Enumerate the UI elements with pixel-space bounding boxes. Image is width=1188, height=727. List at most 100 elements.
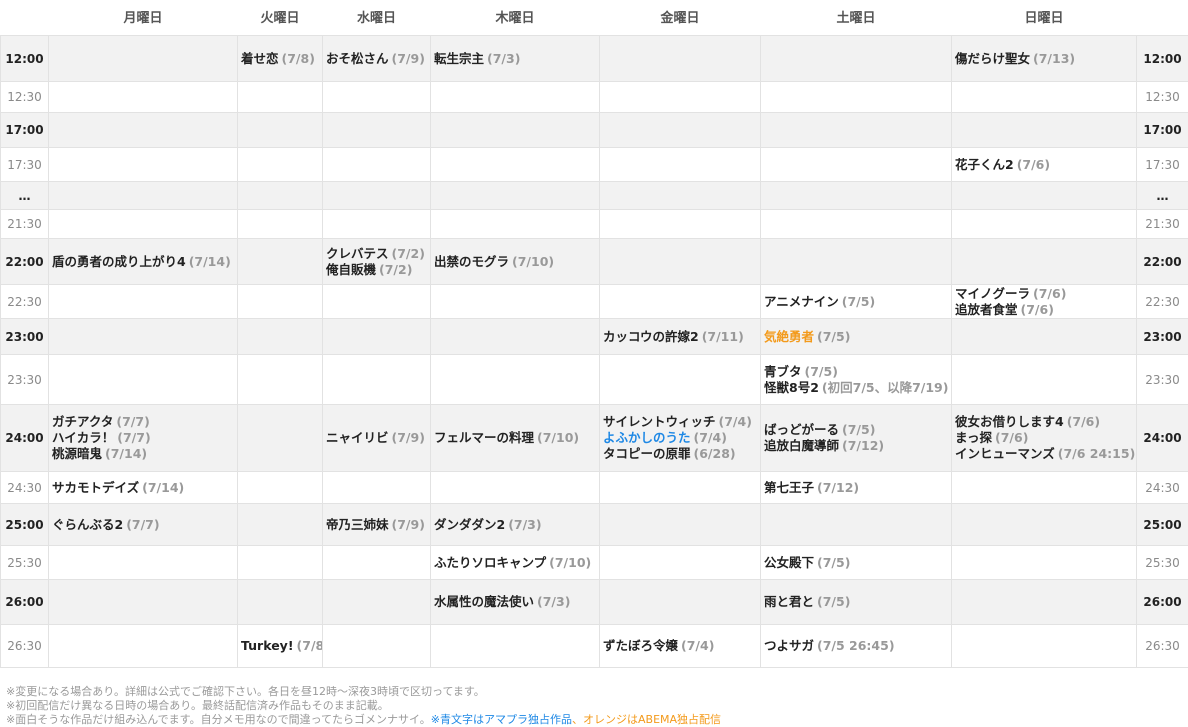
- slot-cell-thu: [431, 148, 600, 182]
- slot-cell-thu: ダンダダン2(7/3): [431, 504, 600, 546]
- slot-cell-mon: [49, 182, 238, 210]
- show-title: 盾の勇者の成り上がり4: [52, 254, 186, 269]
- show-date: (7/12): [842, 438, 884, 453]
- show-entry: Turkey!(7/8): [241, 638, 319, 654]
- show-date: (7/12): [817, 480, 859, 495]
- show-date: (7/6): [1067, 414, 1100, 429]
- show-entry: ダンダダン2(7/3): [434, 517, 596, 533]
- slot-cell-wed: [323, 472, 431, 504]
- show-title: タコピーの原罪: [603, 446, 691, 461]
- slot-cell-thu: [431, 285, 600, 319]
- show-entry: 着せ恋(7/8): [241, 51, 319, 67]
- slot-cell-sun: マイノグーラ(7/6)追放者食堂(7/6): [952, 285, 1137, 319]
- show-date: (7/7): [117, 430, 150, 445]
- slot-cell-tue: [238, 239, 323, 285]
- time-label-left: 17:00: [1, 113, 49, 148]
- time-label-right: 24:30: [1137, 472, 1188, 504]
- slot-cell-fri: [600, 82, 761, 113]
- slot-cell-thu: ふたりソロキャンプ(7/10): [431, 546, 600, 580]
- slot-cell-wed: [323, 355, 431, 405]
- time-label-right: 22:30: [1137, 285, 1188, 319]
- slot-cell-fri: [600, 504, 761, 546]
- slot-cell-thu: フェルマーの料理(7/10): [431, 405, 600, 472]
- show-entry: 気絶勇者(7/5): [764, 329, 948, 345]
- time-slot-row: 17:0017:00: [1, 113, 1188, 148]
- show-date: (7/3): [537, 594, 570, 609]
- show-title: インヒューマンズ: [955, 446, 1055, 461]
- orange-legend-note: オレンジはABEMA独占配信: [583, 713, 721, 726]
- slot-cell-sat: 青ブタ(7/5)怪獣8号2(初回7/5、以降7/19): [761, 355, 952, 405]
- time-slot-row: 23:00カッコウの許嫁2(7/11)気絶勇者(7/5)23:00: [1, 319, 1188, 355]
- slot-cell-sat: [761, 82, 952, 113]
- show-date: (7/11): [702, 329, 744, 344]
- time-label-right: 17:30: [1137, 148, 1188, 182]
- slot-cell-fri: [600, 472, 761, 504]
- show-date: (7/10): [537, 430, 579, 445]
- time-label-left: 21:30: [1, 210, 49, 239]
- slot-cell-tue: 着せ恋(7/8): [238, 36, 323, 82]
- show-date: (7/10): [512, 254, 554, 269]
- slot-cell-sat: [761, 148, 952, 182]
- time-label-right: 25:30: [1137, 546, 1188, 580]
- show-date: (7/9): [392, 51, 425, 66]
- show-date: (7/2): [379, 262, 412, 277]
- show-title: フェルマーの料理: [434, 430, 534, 445]
- slot-cell-fri: [600, 148, 761, 182]
- show-title: ハイカラ！: [52, 430, 114, 445]
- slot-cell-wed: [323, 148, 431, 182]
- time-label-left: 25:30: [1, 546, 49, 580]
- show-entry: おそ松さん(7/9): [326, 51, 427, 67]
- show-entry: サイレントウィッチ(7/4): [603, 414, 757, 430]
- slot-cell-mon: [49, 546, 238, 580]
- slot-cell-wed: クレバテス(7/2)俺自販機(7/2): [323, 239, 431, 285]
- slot-cell-tue: [238, 82, 323, 113]
- slot-cell-tue: [238, 210, 323, 239]
- slot-cell-sat: [761, 504, 952, 546]
- show-date: (7/3): [508, 517, 541, 532]
- time-slot-row: 26:30Turkey!(7/8)ずたぼろ令嬢(7/4)つよサガ(7/5 26:…: [1, 625, 1188, 668]
- slot-cell-mon: [49, 355, 238, 405]
- slot-cell-mon: [49, 82, 238, 113]
- show-date: (7/6): [1033, 286, 1066, 301]
- time-slot-row: 17:30花子くん2(7/6)17:30: [1, 148, 1188, 182]
- slot-cell-wed: ニャイリビ(7/9): [323, 405, 431, 472]
- slot-cell-sun: [952, 472, 1137, 504]
- time-label-left: 24:00: [1, 405, 49, 472]
- slot-cell-sat: 公女殿下(7/5): [761, 546, 952, 580]
- slot-cell-wed: [323, 113, 431, 148]
- slot-cell-thu: [431, 113, 600, 148]
- slot-cell-wed: [323, 625, 431, 668]
- slot-cell-tue: [238, 182, 323, 210]
- slot-cell-mon: [49, 285, 238, 319]
- slot-cell-thu: [431, 210, 600, 239]
- time-label-right: 21:30: [1137, 210, 1188, 239]
- footnote-line: ※変更になる場合あり。詳細は公式でご確認下さい。各日を昼12時～深夜3時頃で区切…: [6, 685, 1188, 699]
- time-label-left: 17:30: [1, 148, 49, 182]
- show-date: (7/5): [817, 329, 850, 344]
- day-header-sun: 日曜日: [952, 0, 1137, 36]
- show-title: 第七王子: [764, 480, 814, 495]
- show-title: アニメナイン: [764, 294, 839, 309]
- corner-right: [1137, 0, 1188, 36]
- show-title: つよサガ: [764, 638, 814, 653]
- show-title: よふかしのうた: [603, 430, 691, 445]
- slot-cell-sat: 第七王子(7/12): [761, 472, 952, 504]
- slot-cell-fri: [600, 355, 761, 405]
- slot-cell-fri: カッコウの許嫁2(7/11): [600, 319, 761, 355]
- show-date: (7/5): [805, 364, 838, 379]
- show-entry: まっ探(7/6): [955, 430, 1133, 446]
- show-entry: 第七王子(7/12): [764, 480, 948, 496]
- show-entry: ガチアクタ(7/7): [52, 414, 234, 430]
- slot-cell-sat: [761, 210, 952, 239]
- show-title: 怪獣8号2: [764, 380, 819, 395]
- time-label-right: 12:00: [1137, 36, 1188, 82]
- show-date: (7/14): [189, 254, 231, 269]
- footnote-line: ※初回配信だけ異なる日時の場合あり。最終話配信済み作品もそのまま記載。: [6, 699, 1188, 713]
- show-title: ダンダダン2: [434, 517, 505, 532]
- slot-cell-sat: アニメナイン(7/5): [761, 285, 952, 319]
- show-entry: 水属性の魔法使い(7/3): [434, 594, 596, 610]
- schedule-body: 12:00着せ恋(7/8)おそ松さん(7/9)転生宗主(7/3)傷だらけ聖女(7…: [1, 36, 1188, 668]
- slot-cell-sun: 傷だらけ聖女(7/13): [952, 36, 1137, 82]
- slot-cell-fri: [600, 546, 761, 580]
- show-title: ぐらんぶる2: [52, 517, 123, 532]
